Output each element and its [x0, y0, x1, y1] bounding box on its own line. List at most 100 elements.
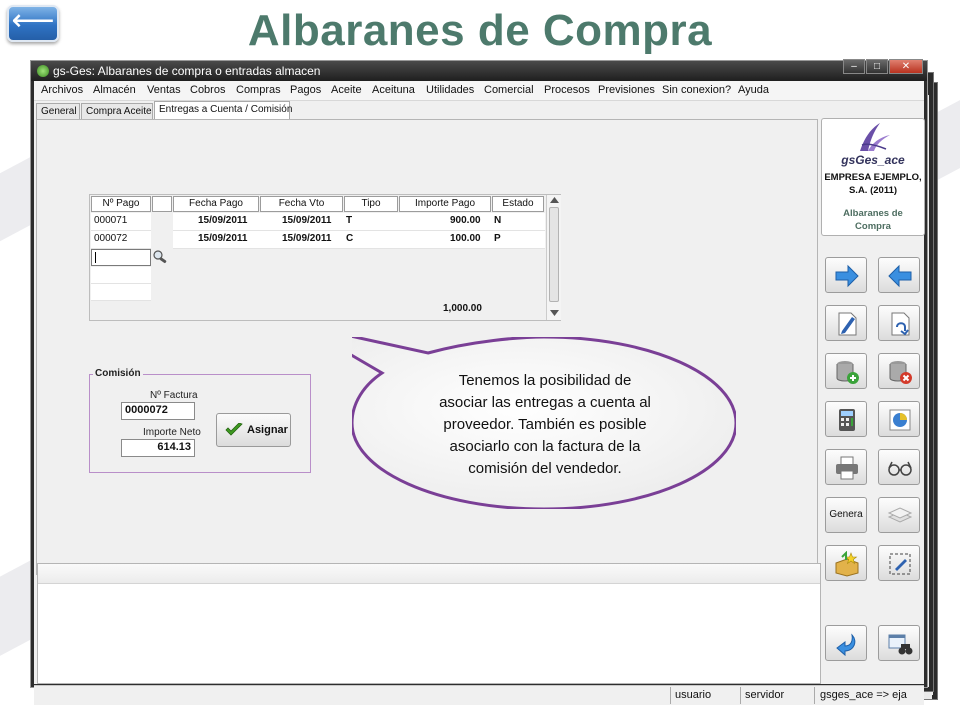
database-add-icon — [836, 361, 859, 384]
calculator-icon — [839, 409, 855, 431]
empty-row[interactable] — [91, 284, 151, 301]
delete-record-button[interactable] — [878, 353, 920, 389]
cell-estado: N — [494, 215, 502, 226]
scroll-down-icon[interactable] — [550, 310, 559, 316]
scrollbar-thumb[interactable] — [549, 207, 559, 302]
chart-button[interactable] — [878, 401, 920, 437]
pages-button[interactable] — [878, 497, 920, 533]
print-button[interactable] — [825, 449, 867, 485]
menu-ayuda[interactable]: Ayuda — [738, 84, 769, 96]
calculator-button[interactable] — [825, 401, 867, 437]
minimize-button[interactable]: – — [843, 59, 865, 74]
table-scrollbar[interactable] — [546, 195, 561, 320]
previous-record-button[interactable] — [878, 257, 920, 293]
status-bar: usuario servidor gsges_ace => eja — [34, 685, 924, 705]
callout-line: Tenemos la posibilidad de — [458, 372, 632, 389]
slide-title: Albaranes de Compra — [247, 6, 713, 55]
maximize-button[interactable]: □ — [866, 59, 888, 74]
column-header-num-pago[interactable]: Nº Pago — [91, 196, 151, 212]
company-line: EMPRESA EJEMPLO, — [824, 172, 922, 183]
document-undo-icon — [891, 312, 910, 336]
menu-comercial[interactable]: Comercial — [484, 84, 534, 96]
next-record-button[interactable] — [825, 257, 867, 293]
tab-general[interactable]: General — [36, 103, 80, 120]
invoice-field[interactable]: 0000072 — [121, 402, 195, 420]
minimize-icon: – — [851, 61, 857, 72]
text-cursor — [95, 252, 96, 263]
net-amount-value: 614.13 — [157, 441, 191, 453]
import-button[interactable] — [825, 545, 867, 581]
column-header-importe[interactable]: Importe Pago — [399, 196, 491, 212]
cell-importe: 900.00 — [450, 215, 481, 226]
genera-button[interactable]: Genera — [825, 497, 867, 533]
status-separator — [670, 687, 671, 704]
printer-icon — [836, 456, 858, 480]
menu-almacen[interactable]: Almacén — [93, 84, 136, 96]
cell-num-pago: 000071 — [94, 215, 128, 226]
add-record-button[interactable] — [825, 353, 867, 389]
cell-num-pago: 000072 — [94, 233, 128, 244]
detail-list-header — [38, 564, 820, 584]
return-arrow-icon — [836, 633, 856, 657]
menu-aceituna[interactable]: Aceituna — [372, 84, 415, 96]
menu-previsiones[interactable]: Previsiones — [598, 84, 655, 96]
callout-text: Tenemos la posibilidad de asociar las en… — [405, 370, 685, 480]
arrow-left-icon — [888, 264, 912, 288]
menu-sin-conexion[interactable]: Sin conexion? — [662, 84, 731, 96]
edit-document-icon — [838, 312, 857, 336]
tab-label: Compra Aceite — [86, 106, 152, 117]
close-button[interactable]: ✕ — [889, 59, 923, 74]
menu-archivos[interactable]: Archivos — [41, 84, 83, 96]
edit-button[interactable] — [825, 305, 867, 341]
module-line: Albaranes de — [843, 208, 903, 219]
find-window-button[interactable] — [878, 625, 920, 661]
scroll-up-icon[interactable] — [550, 197, 559, 203]
column-header-blank[interactable] — [152, 196, 172, 212]
column-header-estado[interactable]: Estado — [492, 196, 544, 212]
glasses-icon — [888, 461, 912, 476]
column-header-fecha-pago[interactable]: Fecha Pago — [173, 196, 259, 212]
tab-label: Entregas a Cuenta / Comisión — [159, 104, 293, 115]
column-header-fecha-vto[interactable]: Fecha Vto — [260, 196, 343, 212]
genera-button-label: Genera — [829, 509, 863, 520]
window-controls: – □ ✕ — [842, 59, 923, 75]
detail-list-panel[interactable] — [37, 563, 821, 684]
empty-row[interactable] — [91, 267, 151, 284]
menu-utilidades[interactable]: Utilidades — [426, 84, 474, 96]
return-button[interactable] — [825, 625, 867, 661]
company-line: S.A. (2011) — [848, 185, 898, 196]
commission-group-title: Comisión — [93, 368, 143, 379]
module-line: Compra — [855, 221, 891, 232]
window-title: gs-Ges: Albaranes de compra o entradas a… — [53, 64, 321, 78]
cell-estado: P — [494, 233, 501, 244]
menu-ventas[interactable]: Ventas — [147, 84, 181, 96]
menu-procesos[interactable]: Procesos — [544, 84, 590, 96]
undo-document-button[interactable] — [878, 305, 920, 341]
column-header-tipo[interactable]: Tipo — [344, 196, 398, 212]
stacked-pages-icon — [887, 507, 913, 523]
invoice-label: Nº Factura — [150, 390, 198, 401]
callout-line: asociar las entregas a cuenta al — [439, 394, 651, 411]
status-user: usuario — [675, 689, 712, 701]
cell-fecha-vto: 15/09/2011 — [282, 233, 332, 244]
tab-entregas-comision[interactable]: Entregas a Cuenta / Comisión — [154, 101, 293, 120]
menu-pagos[interactable]: Pagos — [290, 84, 321, 96]
menu-compras[interactable]: Compras — [236, 84, 281, 96]
search-icon[interactable] — [153, 250, 169, 264]
module-name: Albaranes de Compra — [822, 207, 924, 233]
menu-aceite[interactable]: Aceite — [331, 84, 362, 96]
status-server: servidor — [745, 689, 785, 701]
payments-table: Nº Pago Fecha Pago Fecha Vto Tipo Import… — [89, 194, 561, 321]
new-pago-input[interactable] — [91, 249, 151, 266]
edit-frame-button[interactable] — [878, 545, 920, 581]
net-amount-field[interactable]: 614.13 — [121, 439, 195, 457]
status-separator — [814, 687, 815, 704]
database-delete-icon — [889, 361, 912, 384]
window-binoculars-icon — [888, 634, 913, 655]
menu-cobros[interactable]: Cobros — [190, 84, 225, 96]
tab-compra-aceite[interactable]: Compra Aceite — [81, 103, 153, 120]
preview-button[interactable] — [878, 449, 920, 485]
invoice-value: 0000072 — [125, 404, 168, 416]
assign-button[interactable]: Asignar — [216, 413, 291, 447]
cell-fecha-pago: 15/09/2011 — [198, 233, 248, 244]
